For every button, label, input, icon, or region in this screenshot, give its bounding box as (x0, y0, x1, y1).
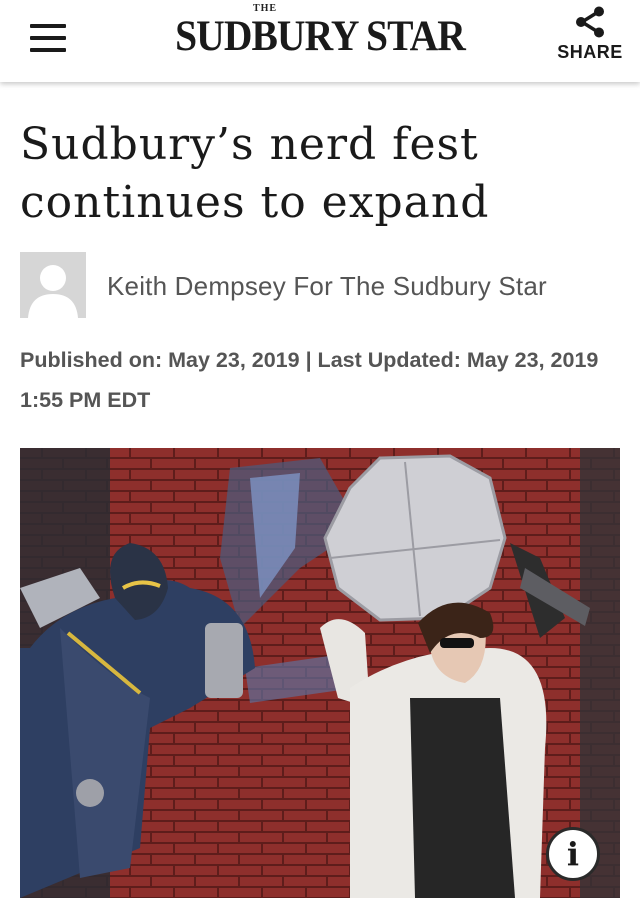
avatar-placeholder-icon (20, 252, 86, 318)
photo-info-icon[interactable]: i (546, 827, 600, 881)
menu-bar (30, 36, 66, 40)
publish-date: Published on: May 23, 2019 | Last Update… (20, 348, 599, 412)
share-label: SHARE (557, 42, 623, 62)
article-headline: Sudbury’s nerd fest continues to expand (20, 119, 490, 228)
article-photo[interactable]: i (20, 448, 620, 898)
hamburger-menu-icon[interactable] (26, 20, 70, 56)
site-logo[interactable]: THE SUDBURY STAR (150, 4, 490, 64)
share-icon (576, 6, 604, 38)
cosplay-photo-image (20, 448, 620, 898)
menu-bar (30, 24, 66, 28)
author-avatar (20, 252, 86, 318)
share-button[interactable]: SHARE (552, 4, 628, 70)
author-byline: Keith Dempsey For The Sudbury Star (20, 252, 620, 318)
author-name-link[interactable]: Keith Dempsey For The Sudbury Star (107, 271, 547, 302)
menu-bar (30, 48, 66, 52)
logo-wordmark: SUDBURY STAR (175, 13, 466, 60)
site-header: THE SUDBURY STAR SHARE (0, 0, 640, 82)
